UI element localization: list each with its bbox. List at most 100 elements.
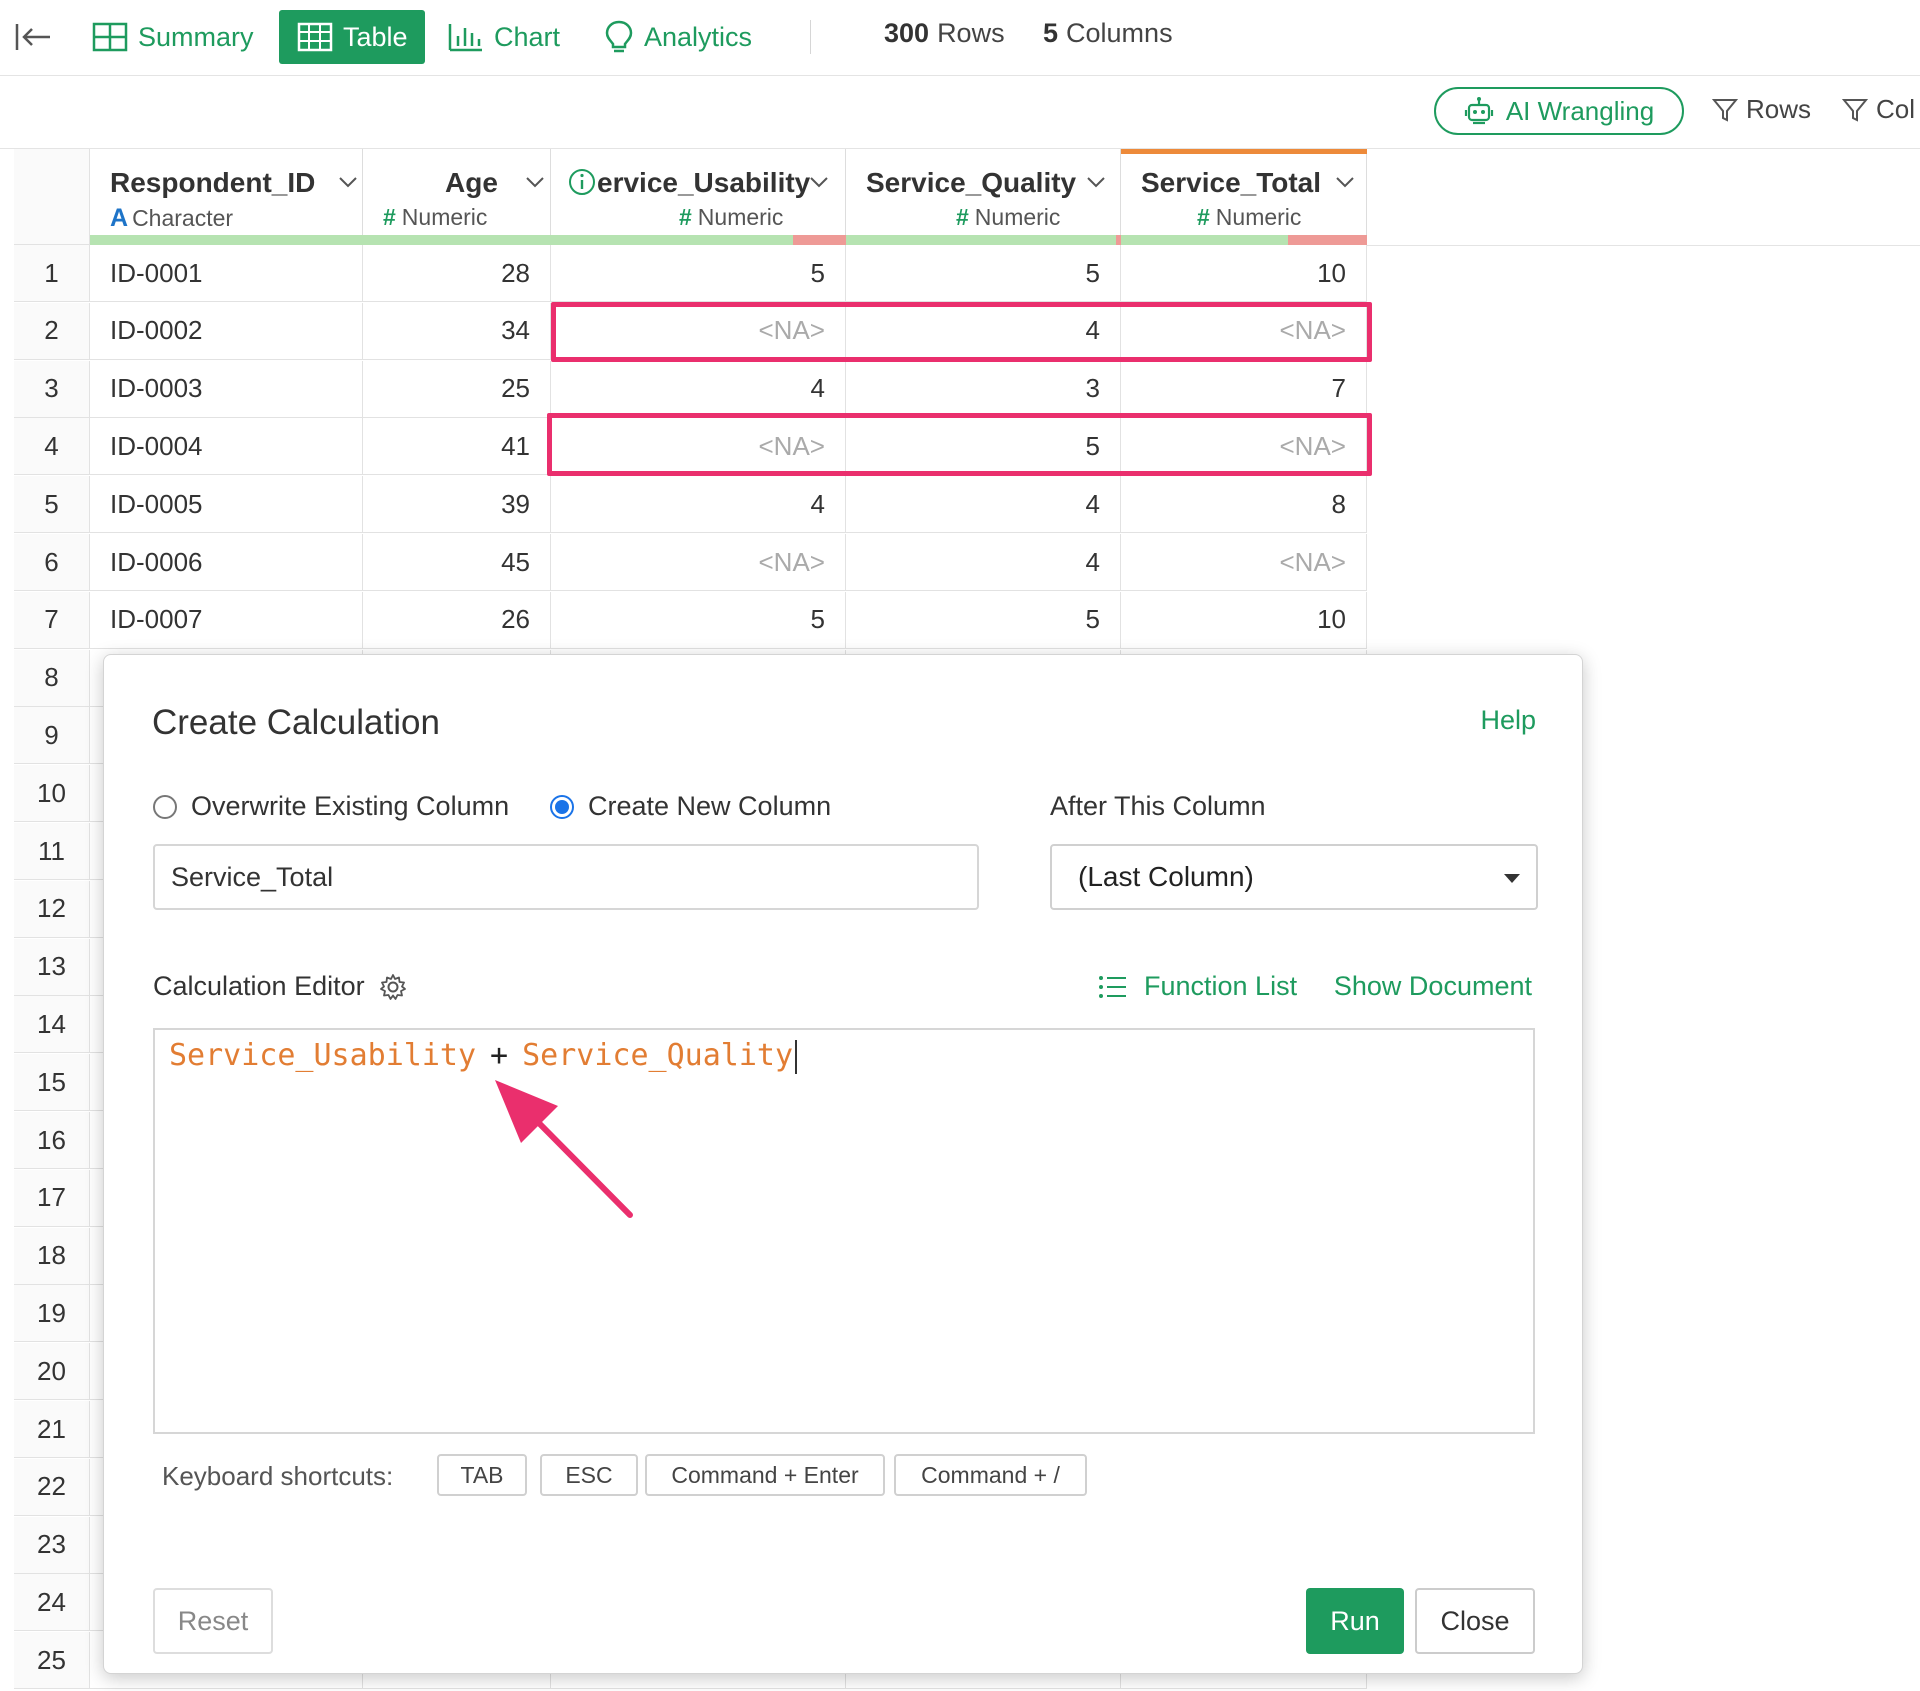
quality-bar xyxy=(363,235,551,245)
table-cell[interactable]: 3 xyxy=(846,360,1121,418)
function-list-label: Function List xyxy=(1144,971,1298,1001)
columns-count-label: Columns xyxy=(1066,18,1173,48)
rows-count-label: Rows xyxy=(937,18,1005,48)
chevron-down-icon[interactable] xyxy=(1086,175,1106,189)
calculation-editor[interactable]: Service_Usability + Service_Quality xyxy=(153,1028,1535,1434)
help-link[interactable]: Help xyxy=(1480,705,1536,736)
table-cell[interactable]: 5 xyxy=(551,591,846,649)
radio-checked-icon xyxy=(550,794,574,819)
run-button[interactable]: Run xyxy=(1306,1588,1404,1654)
grid-corner xyxy=(14,149,90,245)
table-cell[interactable]: 5 xyxy=(551,245,846,302)
radio-unchecked-icon xyxy=(153,794,177,819)
overwrite-column-label: Overwrite Existing Column xyxy=(191,791,510,821)
bar-chart-icon xyxy=(448,24,482,52)
quality-bar xyxy=(90,235,363,245)
expression-operator: + xyxy=(490,1038,509,1073)
row-number: 21 xyxy=(14,1401,90,1458)
rows-filter-button[interactable]: Rows xyxy=(1712,94,1811,125)
table-cell[interactable]: 39 xyxy=(363,476,551,534)
table-cell[interactable]: 10 xyxy=(1121,591,1367,649)
close-button[interactable]: Close xyxy=(1415,1588,1535,1654)
table-cell[interactable]: <NA> xyxy=(551,534,846,591)
table-cell[interactable]: ID-0002 xyxy=(90,302,363,360)
collapse-left-icon[interactable] xyxy=(14,20,54,54)
tab-chart-label: Chart xyxy=(494,21,561,52)
row-number: 6 xyxy=(14,534,90,591)
table-cell[interactable]: 34 xyxy=(363,302,551,360)
row-number: 8 xyxy=(14,649,90,707)
new-column-name-input[interactable]: Service_Total xyxy=(153,844,979,910)
column-type: # Numeric xyxy=(383,204,487,231)
row-number: 11 xyxy=(14,823,90,880)
create-new-column-radio[interactable]: Create New Column xyxy=(550,791,831,822)
quality-ok xyxy=(363,235,551,245)
table-cell[interactable]: ID-0001 xyxy=(90,245,363,302)
table-cell[interactable]: ID-0007 xyxy=(90,591,363,649)
after-column-label: After This Column xyxy=(1050,791,1266,821)
table-cell[interactable]: 41 xyxy=(363,418,551,476)
caret-down-icon xyxy=(1504,874,1520,883)
table-cell[interactable]: 28 xyxy=(363,245,551,302)
columns-filter-label: Col xyxy=(1876,94,1916,124)
tab-chart[interactable]: Chart xyxy=(430,10,578,64)
expression-right-column: Service_Quality xyxy=(522,1038,794,1073)
tab-analytics[interactable]: Analytics xyxy=(586,10,770,64)
show-document-link[interactable]: Show Document xyxy=(1334,971,1532,1002)
row-number: 19 xyxy=(14,1285,90,1343)
table-cell[interactable]: 8 xyxy=(1121,476,1367,534)
type-mark: # xyxy=(383,204,396,230)
table-cell[interactable]: 4 xyxy=(551,360,846,418)
row-number: 13 xyxy=(14,938,90,996)
table-cell[interactable]: <NA> xyxy=(1121,534,1367,591)
column-name: Age xyxy=(445,167,498,198)
column-name: ervice_Usability xyxy=(597,167,811,198)
after-column-select[interactable]: (Last Column) xyxy=(1050,844,1538,910)
calculation-editor-title: Calculation Editor xyxy=(153,971,365,1001)
table-cell[interactable]: 5 xyxy=(846,591,1121,649)
highlight-row-4 xyxy=(547,413,1372,476)
expression-left-column: Service_Usability xyxy=(169,1038,477,1073)
row-number: 17 xyxy=(14,1169,90,1227)
tab-analytics-label: Analytics xyxy=(644,21,753,52)
reset-button[interactable]: Reset xyxy=(153,1588,273,1654)
row-number: 3 xyxy=(14,360,90,418)
columns-filter-button[interactable]: Col xyxy=(1842,94,1915,125)
after-column-select-value: (Last Column) xyxy=(1078,861,1254,892)
table-cell[interactable]: 10 xyxy=(1121,245,1367,302)
overwrite-column-radio[interactable]: Overwrite Existing Column xyxy=(153,791,509,822)
table-cell[interactable]: 4 xyxy=(846,476,1121,534)
chevron-down-icon[interactable] xyxy=(338,175,358,189)
tab-table[interactable]: Table xyxy=(279,10,425,64)
table-cell[interactable]: 4 xyxy=(551,476,846,534)
table-cell[interactable]: ID-0006 xyxy=(90,534,363,591)
ai-wrangling-button[interactable]: AI Wrangling xyxy=(1434,87,1684,135)
table-cell[interactable]: 25 xyxy=(363,360,551,418)
type-mark: # xyxy=(1197,204,1210,230)
function-list-link[interactable]: Function List xyxy=(1098,971,1297,1002)
type-label: Character xyxy=(132,205,234,231)
table-cell[interactable]: 5 xyxy=(846,245,1121,302)
table-cell[interactable]: 4 xyxy=(846,534,1121,591)
table-cell[interactable]: ID-0004 xyxy=(90,418,363,476)
chevron-down-icon[interactable] xyxy=(1335,175,1355,189)
quality-bar xyxy=(551,235,846,245)
table-cell[interactable]: 26 xyxy=(363,591,551,649)
table-cell[interactable]: ID-0003 xyxy=(90,360,363,418)
tab-summary[interactable]: Summary xyxy=(74,10,272,64)
gear-icon[interactable] xyxy=(379,973,407,1001)
column-type: # Numeric xyxy=(1197,204,1301,231)
info-icon[interactable] xyxy=(567,167,597,197)
type-label: Numeric xyxy=(401,204,488,230)
table-cell[interactable]: 7 xyxy=(1121,360,1367,418)
chevron-down-icon[interactable] xyxy=(525,175,545,189)
highlight-row-2 xyxy=(551,302,1372,362)
column-type: # Numeric xyxy=(956,204,1060,231)
row-number: 4 xyxy=(14,418,90,476)
table-cell[interactable]: 45 xyxy=(363,534,551,591)
table-cell[interactable]: ID-0005 xyxy=(90,476,363,534)
selected-column-indicator xyxy=(1121,149,1367,154)
shortcut-command-slash: Command + / xyxy=(894,1454,1087,1496)
chevron-down-icon[interactable] xyxy=(809,175,829,189)
quality-na xyxy=(1288,235,1367,245)
